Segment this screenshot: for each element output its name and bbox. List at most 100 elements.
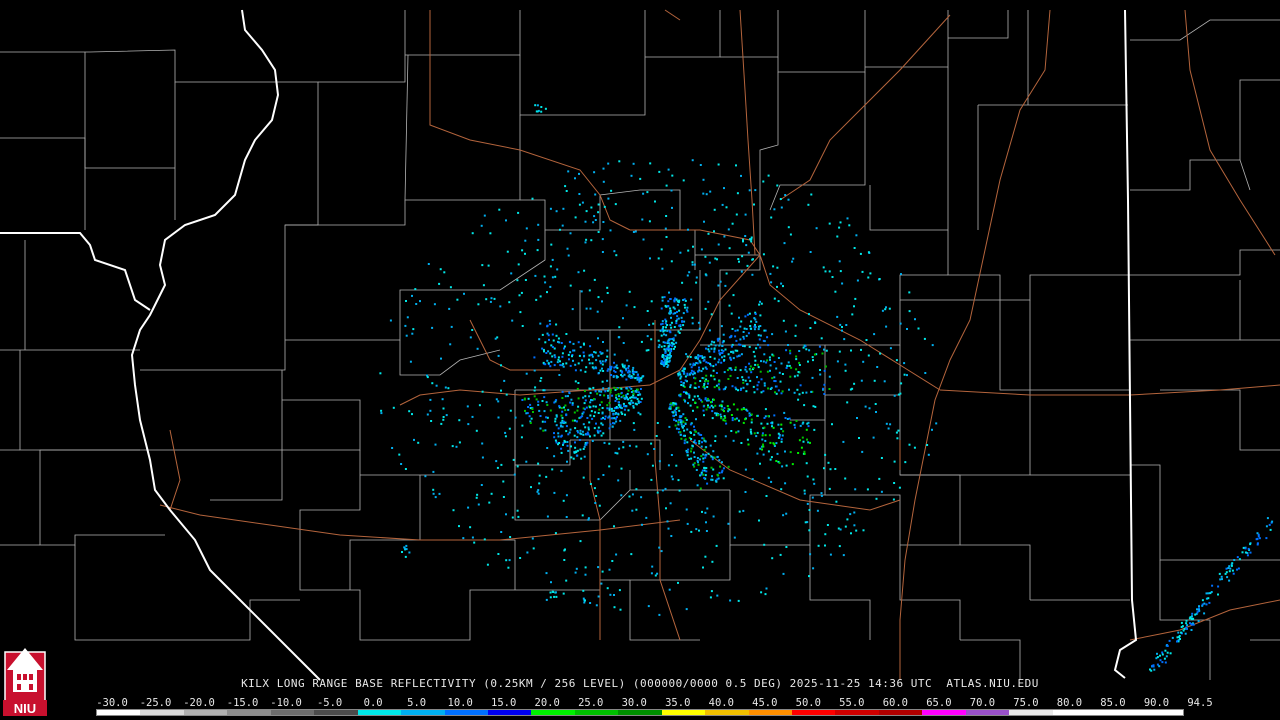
echo-pixel <box>585 238 588 241</box>
echo-pixel <box>802 440 805 443</box>
echo-pixel <box>713 347 716 350</box>
echo-pixel <box>731 328 734 330</box>
echo-pixel <box>550 360 553 363</box>
echo-pixel <box>802 346 805 349</box>
echo-pixel <box>853 247 856 249</box>
echo-pixel <box>908 291 911 294</box>
colorbar-label: 90.0 <box>1143 697 1170 709</box>
echo-pixel <box>575 451 578 454</box>
echo-pixel <box>677 372 680 375</box>
echo-pixel <box>551 346 554 348</box>
echo-pixel <box>702 457 705 460</box>
echo-pixel <box>577 397 580 400</box>
echo-pixel <box>1229 567 1232 570</box>
echo-pixel <box>555 323 558 326</box>
echo-pixel <box>856 279 859 282</box>
echo-pixel <box>679 433 682 436</box>
echo-pixel <box>449 286 452 289</box>
echo-pixel <box>508 559 511 562</box>
echo-pixel <box>844 363 847 366</box>
echo-pixel <box>666 358 669 361</box>
echo-pixel <box>668 588 671 591</box>
echo-pixel <box>533 356 536 359</box>
echo-pixel <box>729 367 732 370</box>
echo-pixel <box>699 380 702 382</box>
echo-pixel <box>668 330 671 333</box>
echo-pixel <box>632 401 634 404</box>
echo-pixel <box>704 456 707 459</box>
echo-pixel <box>661 320 664 323</box>
echo-pixel <box>547 350 550 353</box>
echo-pixel <box>829 553 832 556</box>
echo-pixel <box>590 206 593 209</box>
echo-pixel <box>1180 621 1183 624</box>
echo-pixel <box>777 300 780 303</box>
echo-pixel <box>613 353 616 356</box>
echo-pixel <box>608 442 611 445</box>
echo-pixel <box>690 457 693 460</box>
echo-pixel <box>502 480 505 483</box>
echo-pixel <box>650 478 653 481</box>
echo-pixel <box>733 536 736 539</box>
echo-pixel <box>893 394 896 397</box>
echo-pixel <box>861 450 864 453</box>
echo-pixel <box>749 369 752 372</box>
echo-pixel <box>739 343 742 346</box>
echo-pixel <box>565 516 568 518</box>
echo-pixel <box>691 263 694 266</box>
echo-pixel <box>589 401 592 404</box>
echo-pixel <box>737 430 740 433</box>
echo-pixel <box>579 429 582 432</box>
echo-pixel <box>744 491 747 493</box>
echo-pixel <box>640 377 643 380</box>
echo-pixel <box>780 206 783 209</box>
echo-pixel <box>671 206 673 209</box>
echo-pixel <box>664 227 667 230</box>
echo-pixel <box>537 238 540 241</box>
echo-pixel <box>549 365 552 368</box>
echo-pixel <box>669 312 672 315</box>
echo-pixel <box>1249 551 1252 554</box>
echo-pixel <box>611 425 614 428</box>
echo-pixel <box>703 356 706 359</box>
echo-pixel <box>803 489 806 492</box>
echo-pixel <box>630 399 633 402</box>
echo-pixel <box>398 453 401 456</box>
echo-pixel <box>744 315 747 318</box>
echo-pixel <box>827 461 830 464</box>
echo-pixel <box>710 374 712 377</box>
echo-pixel <box>477 503 480 506</box>
echo-pixel <box>597 431 600 434</box>
echo-pixel <box>750 240 753 243</box>
echo-pixel <box>736 408 739 411</box>
echo-pixel <box>701 377 704 379</box>
echo-pixel <box>775 385 778 388</box>
echo-pixel <box>694 382 697 385</box>
echo-pixel <box>716 594 719 597</box>
echo-pixel <box>635 371 638 374</box>
echo-pixel <box>1271 520 1274 523</box>
echo-pixel <box>549 409 552 412</box>
echo-pixel <box>836 315 839 318</box>
echo-pixel <box>717 474 720 477</box>
echo-pixel <box>695 276 698 279</box>
echo-pixel <box>571 308 574 311</box>
echo-pixel <box>816 509 819 512</box>
echo-pixel <box>607 387 610 390</box>
echo-pixel <box>710 313 713 316</box>
echo-pixel <box>652 322 655 325</box>
echo-pixel <box>744 213 747 216</box>
echo-pixel <box>1185 622 1188 625</box>
echo-pixel <box>551 258 554 261</box>
echo-pixel <box>578 439 581 441</box>
echo-pixel <box>664 487 667 490</box>
echo-pixel <box>698 442 701 445</box>
echo-pixel <box>667 364 670 367</box>
echo-pixel <box>551 355 554 358</box>
echo-pixel <box>606 407 609 410</box>
echo-pixel <box>699 355 702 357</box>
echo-pixel <box>664 318 667 321</box>
colorbar-label: 5.0 <box>407 697 427 709</box>
echo-pixel <box>584 566 587 569</box>
echo-pixel <box>1196 608 1198 611</box>
